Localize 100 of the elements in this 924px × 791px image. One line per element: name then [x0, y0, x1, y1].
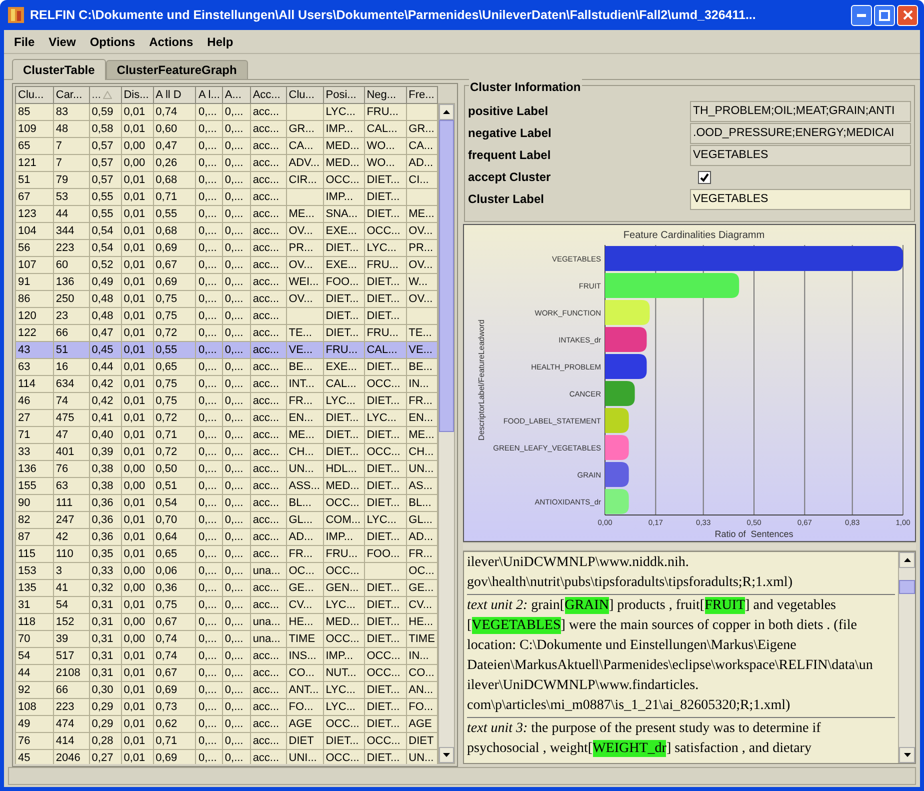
table-cell: 92 — [18, 684, 30, 696]
scroll-down-button[interactable] — [899, 747, 915, 763]
table-row[interactable]: 107 60 0,52 0,01 0,67 0,... 0,... acc... OV... EXE... FRU... OV... — [16, 256, 438, 274]
table-cell: OV... — [408, 293, 433, 305]
table-cell: DIET... — [366, 684, 400, 696]
table-cell: 118 — [18, 616, 36, 628]
menu-item[interactable]: Options — [84, 32, 142, 50]
menu-item[interactable]: Help — [201, 32, 240, 50]
menu-item[interactable]: Actions — [143, 32, 200, 50]
table-row[interactable]: 49 474 0,29 0,01 0,62 0,... 0,... acc... AGE OCC... DIET... AGE — [16, 716, 438, 732]
table-cell: 0,... — [198, 735, 217, 747]
table-row[interactable]: 108 223 0,29 0,01 0,73 0,... 0,... acc... FO... LYC... DIET... FO... — [16, 698, 438, 716]
table-row[interactable]: 63 16 0,44 0,01 0,65 0,... 0,... acc... BE... EXE... DIET... BE... — [16, 358, 438, 376]
table-row[interactable]: 31 54 0,31 0,01 0,75 0,... 0,... acc... CV... LYC... DIET... CV... — [16, 596, 438, 614]
table-cell: LYC... — [366, 514, 396, 526]
table-row[interactable]: 56 223 0,54 0,01 0,69 0,... 0,... acc... PR... DIET... LYC... PR... — [16, 240, 438, 256]
table-row[interactable]: 91 136 0,49 0,01 0,69 0,... 0,... acc... WEI... FOO... DIET... W... — [16, 274, 438, 290]
menu-item[interactable]: View — [42, 32, 82, 50]
table-cell: 247 — [56, 514, 74, 526]
table-row[interactable]: 123 44 0,55 0,01 0,55 0,... 0,... acc... ME... SNA... DIET... ME... — [16, 206, 438, 222]
table-cell: 0,... — [224, 106, 244, 118]
maximize-button[interactable] — [874, 4, 895, 26]
table-row[interactable]: 115 110 0,35 0,01 0,65 0,... 0,... acc... FR... FRU... FOO... FR... — [16, 546, 438, 562]
table-row[interactable]: 76 414 0,28 0,01 0,71 0,... 0,... acc... DIET DIET... OCC... DIET — [16, 732, 438, 750]
table-row[interactable]: 135 41 0,32 0,00 0,36 0,... 0,... acc... GE... GEN... DIET... GE... — [16, 580, 438, 596]
table-cell: 86 — [18, 293, 30, 305]
table-row[interactable]: 27 475 0,41 0,01 0,72 0,... 0,... acc... EN... DIET... LYC... EN... — [16, 410, 438, 426]
table-row[interactable]: 86 250 0,48 0,01 0,75 0,... 0,... acc... OV... DIET... DIET... OV... — [16, 290, 438, 308]
table-cell: DIET... — [366, 293, 400, 305]
table-cell: 0,... — [224, 633, 244, 645]
table-row[interactable]: 54 517 0,31 0,01 0,74 0,... 0,... acc... INS... IMP... OCC... IN... — [16, 648, 438, 664]
scroll-thumb[interactable] — [439, 120, 454, 432]
input-field[interactable]: VEGETABLES — [690, 144, 911, 166]
table-cell: DIET... — [366, 599, 400, 611]
table-row[interactable]: 122 66 0,47 0,01 0,72 0,... 0,... acc... TE... DIET... FRU... TE... — [16, 324, 438, 342]
table-row[interactable]: 109 48 0,58 0,01 0,60 0,... 0,... acc... GR... IMP... CAL... GR... — [16, 120, 438, 138]
table-cell: FR... — [288, 395, 313, 407]
input-field[interactable]: .OOD_PRESSURE;ENERGY;MEDICAI — [690, 122, 911, 144]
table-row[interactable]: 90 111 0,36 0,01 0,54 0,... 0,... acc... BL... OCC... DIET... BL... — [16, 494, 438, 512]
table-row[interactable]: 120 23 0,48 0,01 0,75 0,... 0,... acc... DIET... DIET... — [16, 308, 438, 324]
table-cell: 223 — [56, 242, 74, 254]
table-cell: 0,... — [198, 123, 217, 135]
table-cell: acc... — [252, 106, 280, 118]
table-row[interactable]: 71 47 0,40 0,01 0,71 0,... 0,... acc... ME... DIET... DIET... ME... — [16, 426, 438, 444]
table-row[interactable]: 51 79 0,57 0,01 0,68 0,... 0,... acc... CIR... OCC... DIET... CI... — [16, 172, 438, 188]
table-row[interactable]: 45 2046 0,27 0,01 0,69 0,... 0,... acc... UNI... OCC... DIET... UN... — [16, 750, 438, 764]
table-row[interactable]: 114 634 0,42 0,01 0,75 0,... 0,... acc... INT... CAL... OCC... IN... — [16, 376, 438, 392]
scroll-up-button[interactable] — [899, 552, 915, 568]
table-row[interactable]: 155 63 0,38 0,00 0,51 0,... 0,... acc... ASS... MED... DIET... AS... — [16, 478, 438, 494]
minimize-button[interactable] — [851, 4, 872, 26]
checkbox[interactable] — [698, 170, 711, 184]
table-row[interactable]: 70 39 0,31 0,00 0,74 0,... 0,... una... TIME OCC... DIET... TIME — [16, 630, 438, 648]
table-row[interactable]: 33 401 0,39 0,01 0,72 0,... 0,... acc... CH... DIET... OCC... CH... — [16, 444, 438, 460]
table-row[interactable]: 67 53 0,55 0,01 0,71 0,... 0,... acc... IMP... DIET... — [16, 188, 438, 206]
text-scrollbar[interactable] — [898, 552, 915, 763]
menu-item[interactable]: File — [8, 32, 41, 50]
table-cell: COM... — [326, 514, 361, 526]
scroll-down-button[interactable] — [439, 747, 454, 763]
table-cell: OV... — [288, 225, 313, 237]
table-cell: acc... — [252, 140, 280, 152]
table-row[interactable]: 118 152 0,31 0,00 0,67 0,... 0,... una... HE... MED... DIET... HE... — [16, 614, 438, 630]
table-row[interactable]: 153 3 0,33 0,00 0,06 0,... 0,... una... OC... OCC... OC... — [16, 562, 438, 580]
table-cell: GL... — [408, 514, 432, 526]
input-field[interactable]: TH_PROBLEM;OIL;MEAT;GRAIN;ANTI — [690, 100, 911, 122]
table-cell: 0,06 — [156, 565, 178, 577]
table-cell: CIR... — [288, 174, 317, 186]
table-row[interactable]: 87 42 0,36 0,01 0,64 0,... 0,... acc... AD... IMP... DIET... AD... — [16, 528, 438, 546]
table-scrollbar[interactable] — [438, 103, 455, 764]
table-cell: GE... — [408, 582, 434, 594]
table-cell: 0,36 — [92, 497, 114, 509]
close-button[interactable] — [897, 4, 918, 26]
table-cell: 0,36 — [156, 582, 178, 594]
table-row[interactable]: 104 344 0,54 0,01 0,68 0,... 0,... acc... OV... EXE... OCC... OV... — [16, 222, 438, 240]
tab[interactable]: ClusterFeatureGraph — [106, 60, 248, 79]
table-cell: FRU... — [366, 106, 398, 118]
table-cell: 0,01 — [124, 701, 146, 713]
table-row[interactable]: 85 83 0,59 0,01 0,74 0,... 0,... acc... LYC... FRU... — [16, 104, 438, 120]
table-cell: 65 — [18, 140, 30, 152]
table-cell: 0,72 — [156, 446, 178, 458]
tab[interactable]: ClusterTable — [12, 59, 106, 80]
table-row[interactable]: 121 7 0,57 0,00 0,26 0,... 0,... acc... ADV... MED... WO... AD... — [16, 154, 438, 172]
table-cell: 0,... — [198, 565, 217, 577]
table-row[interactable]: 92 66 0,30 0,01 0,69 0,... 0,... acc... ANT... LYC... DIET... AN... — [16, 682, 438, 698]
scroll-thumb[interactable] — [899, 580, 915, 594]
table-cell: 0,... — [224, 667, 244, 679]
table-row[interactable]: 136 76 0,38 0,00 0,50 0,... 0,... acc... UN... HDL... DIET... UN... — [16, 460, 438, 478]
table-row[interactable]: 82 247 0,36 0,01 0,70 0,... 0,... acc... GL... COM... LYC... GL... — [16, 512, 438, 528]
table-cell: 0,... — [198, 701, 217, 713]
table-cell: 0,01 — [124, 208, 146, 220]
table-cell: 0,... — [224, 327, 244, 339]
table-row[interactable]: 46 74 0,42 0,01 0,75 0,... 0,... acc... FR... LYC... DIET... FR... — [16, 392, 438, 410]
table-row[interactable]: 43 51 0,45 0,01 0,55 0,... 0,... acc... VE... FRU... CAL... VE... — [16, 342, 438, 358]
table-cell: OV... — [408, 225, 433, 237]
table-cell: DIET... — [366, 395, 400, 407]
input-field[interactable]: VEGETABLES — [690, 188, 911, 210]
scroll-up-button[interactable] — [439, 104, 454, 120]
table-row[interactable]: 44 2108 0,31 0,01 0,67 0,... 0,... acc... CO... NUT... OCC... CO... — [16, 664, 438, 682]
table-cell: acc... — [252, 599, 280, 611]
table-cell: 53 — [56, 191, 68, 203]
table-row[interactable]: 65 7 0,57 0,00 0,47 0,... 0,... acc... CA... MED... WO... CA... — [16, 138, 438, 154]
